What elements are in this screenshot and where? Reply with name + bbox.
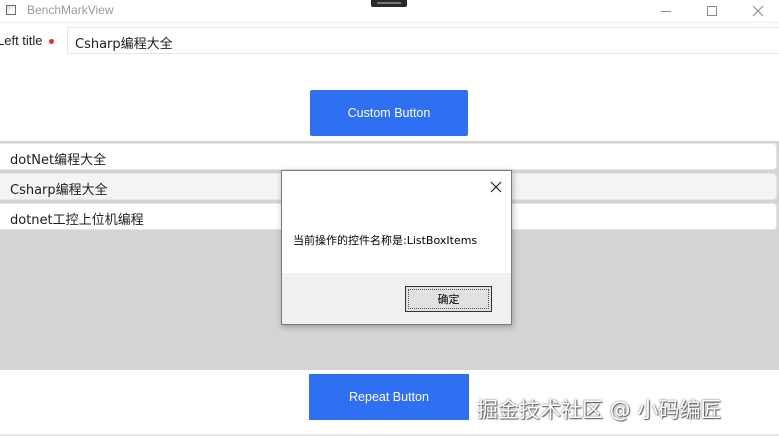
maximize-button[interactable] — [689, 0, 735, 22]
app-window: BenchMarkView Left title Csharp编程大全 Cust… — [0, 0, 779, 436]
repeat-button[interactable]: Repeat Button — [309, 374, 469, 420]
minimize-icon — [661, 10, 671, 12]
dialog-message: 当前操作的控件名称是:ListBoxItems — [293, 234, 478, 247]
close-icon — [752, 5, 764, 17]
ok-button[interactable]: 确定 — [405, 286, 492, 312]
watermark-text: 掘金技术社区 @ 小码编匠 — [477, 398, 722, 422]
list-item[interactable]: dotNet编程大全 — [0, 143, 777, 170]
minimize-button[interactable] — [643, 0, 689, 22]
left-title-row: Left title Csharp编程大全 — [0, 27, 779, 54]
message-box-dialog: 当前操作的控件名称是:ListBoxItems 确定 — [281, 170, 512, 325]
app-window-icon — [6, 5, 16, 15]
required-marker — [49, 39, 54, 44]
title-bar[interactable]: BenchMarkView — [0, 0, 779, 23]
dialog-footer: 确定 — [282, 273, 511, 324]
ok-button-label: 确定 — [437, 293, 460, 306]
close-icon — [490, 181, 502, 193]
custom-button[interactable]: Custom Button — [310, 90, 468, 136]
maximize-icon — [707, 6, 717, 16]
window-close-button[interactable] — [735, 0, 779, 22]
dialog-close-button[interactable] — [486, 177, 506, 197]
left-title-label: Left title — [0, 33, 43, 48]
taskbar-thumbnail-icon — [371, 0, 407, 7]
window-title: BenchMarkView — [27, 3, 114, 17]
title-input[interactable]: Csharp编程大全 — [67, 27, 779, 54]
